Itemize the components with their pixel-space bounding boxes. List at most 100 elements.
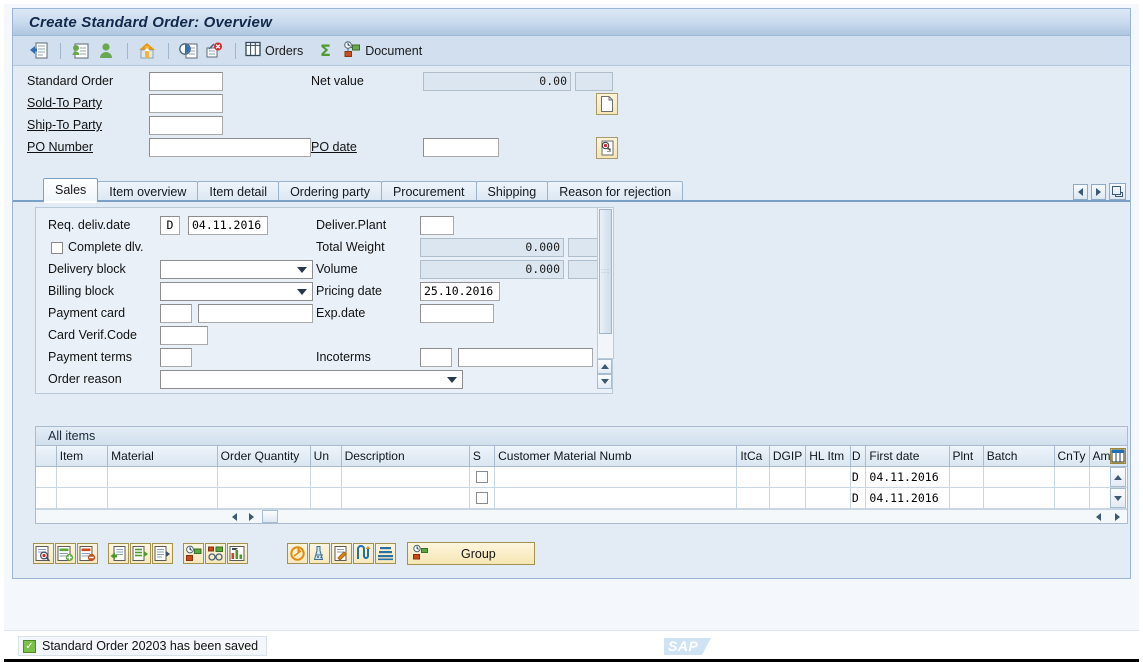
item-list-icon[interactable] [152, 543, 173, 564]
cell-batch[interactable] [983, 487, 1055, 509]
tab-list-icon[interactable] [1109, 183, 1126, 200]
incoterms-code-input[interactable] [420, 348, 452, 367]
col-customer-material-numb[interactable]: Customer Material Numb [494, 446, 738, 467]
orders-button[interactable]: Orders [245, 41, 303, 60]
req-deliv-date-input[interactable]: 04.11.2016 [188, 216, 268, 235]
table-row[interactable]: D 04.11.2016 [36, 466, 1127, 488]
cell-plnt[interactable] [949, 487, 984, 509]
sold-to-party-label[interactable]: Sold-To Party [27, 94, 149, 113]
display-item-details-icon[interactable] [33, 543, 54, 564]
tab-reason-for-rejection[interactable]: Reason for rejection [547, 181, 684, 202]
back-to-document-icon[interactable] [27, 40, 51, 62]
sales-scroll-up-button[interactable] [597, 359, 612, 374]
cell-order-quantity[interactable] [217, 466, 311, 488]
col-cnty[interactable]: CnTy [1054, 446, 1090, 467]
item-report-icon[interactable] [227, 543, 248, 564]
delivery-block-select[interactable] [160, 260, 313, 279]
cell-material[interactable] [107, 487, 218, 509]
standard-order-input[interactable] [149, 72, 223, 91]
item-entry-icon[interactable] [108, 543, 129, 564]
cell-description[interactable] [341, 466, 470, 488]
cell-customer-material-numb[interactable] [494, 466, 738, 488]
cell-dgip[interactable] [769, 466, 807, 488]
document-page-icon[interactable] [596, 93, 618, 115]
row-s-checkbox[interactable] [476, 471, 489, 483]
cell-s[interactable] [469, 466, 496, 488]
item-search-icon[interactable] [205, 543, 226, 564]
col-material[interactable]: Material [107, 446, 218, 467]
availability-check-icon[interactable] [176, 40, 200, 62]
col-itca[interactable]: ItCa [736, 446, 770, 467]
notes-icon[interactable] [331, 543, 352, 564]
col-hl-itm[interactable]: HL Itm [805, 446, 851, 467]
exp-date-input[interactable] [420, 304, 494, 323]
pricing-date-input[interactable]: 25.10.2016 [420, 282, 500, 301]
tab-item-overview[interactable]: Item overview [97, 181, 199, 202]
hscroll-right-end-left-icon[interactable] [1090, 510, 1107, 523]
sold-to-party-input[interactable] [149, 94, 223, 113]
cell-material[interactable] [107, 466, 218, 488]
reject-document-icon[interactable] [202, 40, 226, 62]
billing-block-select[interactable] [160, 282, 313, 301]
insert-item-icon[interactable] [55, 543, 76, 564]
cell-cnty[interactable] [1054, 466, 1090, 488]
row-selector[interactable] [36, 466, 57, 488]
cell-first-date[interactable]: 04.11.2016 [865, 487, 950, 509]
availability-item-icon[interactable] [183, 543, 204, 564]
incoterms-text-input[interactable] [458, 348, 593, 367]
group-button[interactable]: Group [407, 542, 535, 565]
table-settings-icon[interactable] [1110, 448, 1126, 464]
payment-card-number-input[interactable] [198, 304, 313, 323]
payment-terms-input[interactable] [160, 348, 192, 367]
tab-sales[interactable]: Sales [43, 178, 99, 203]
cell-batch[interactable] [983, 466, 1055, 488]
display-document-icon[interactable] [68, 40, 92, 62]
sum-sigma-icon[interactable]: Σ [315, 40, 339, 62]
col-dgip[interactable]: DGIP [769, 446, 807, 467]
col-batch[interactable]: Batch [983, 446, 1055, 467]
hscroll-right-end-right-icon[interactable] [1107, 510, 1127, 523]
cell-d[interactable]: D [850, 466, 867, 488]
refresh-icon[interactable] [287, 543, 308, 564]
items-scroll-up-button[interactable] [1110, 467, 1126, 487]
items-hscroll-row[interactable] [36, 508, 1127, 523]
col-description[interactable]: Description [341, 446, 470, 467]
cell-un[interactable] [310, 466, 342, 488]
payment-card-type-input[interactable] [160, 304, 192, 323]
document-button[interactable]: Document [343, 40, 422, 61]
col-d[interactable]: D [850, 446, 867, 467]
configuration-icon[interactable] [309, 543, 330, 564]
row-s-checkbox[interactable] [476, 492, 489, 504]
cell-plnt[interactable] [949, 466, 984, 488]
order-reason-select[interactable] [160, 370, 463, 389]
cell-item[interactable] [56, 466, 109, 488]
hscroll-thumb[interactable] [262, 510, 278, 523]
po-date-input[interactable] [423, 138, 499, 157]
tab-shipping[interactable]: Shipping [475, 181, 549, 202]
col-order-quantity[interactable]: Order Quantity [217, 446, 311, 467]
cell-hl-itm[interactable] [805, 466, 851, 488]
row-selector[interactable] [36, 487, 57, 509]
po-number-input[interactable] [149, 138, 311, 157]
cell-s[interactable] [469, 487, 496, 509]
po-number-label[interactable]: PO Number [27, 138, 149, 157]
ship-to-party-label[interactable]: Ship-To Party [27, 116, 149, 135]
search-document-icon[interactable] [596, 137, 618, 159]
schedule-lines-icon[interactable] [375, 543, 396, 564]
col-un[interactable]: Un [310, 446, 342, 467]
hscroll-right-icon[interactable] [243, 510, 260, 523]
cell-cnty[interactable] [1054, 487, 1090, 509]
col-item[interactable]: Item [56, 446, 109, 467]
sales-panel-scrollbar[interactable]: ::: [597, 207, 614, 359]
col-plnt[interactable]: Plnt [949, 446, 984, 467]
cell-item[interactable] [56, 487, 109, 509]
col-s[interactable]: S [469, 446, 496, 467]
cell-first-date[interactable]: 04.11.2016 [865, 466, 950, 488]
items-scroll-down-button[interactable] [1110, 488, 1126, 508]
cell-hl-itm[interactable] [805, 487, 851, 509]
table-row[interactable]: D 04.11.2016 [36, 487, 1127, 509]
tab-procurement[interactable]: Procurement [380, 181, 477, 202]
item-proposal-icon[interactable] [130, 543, 151, 564]
sales-scroll-down-button[interactable] [597, 374, 612, 389]
cell-customer-material-numb[interactable] [494, 487, 738, 509]
